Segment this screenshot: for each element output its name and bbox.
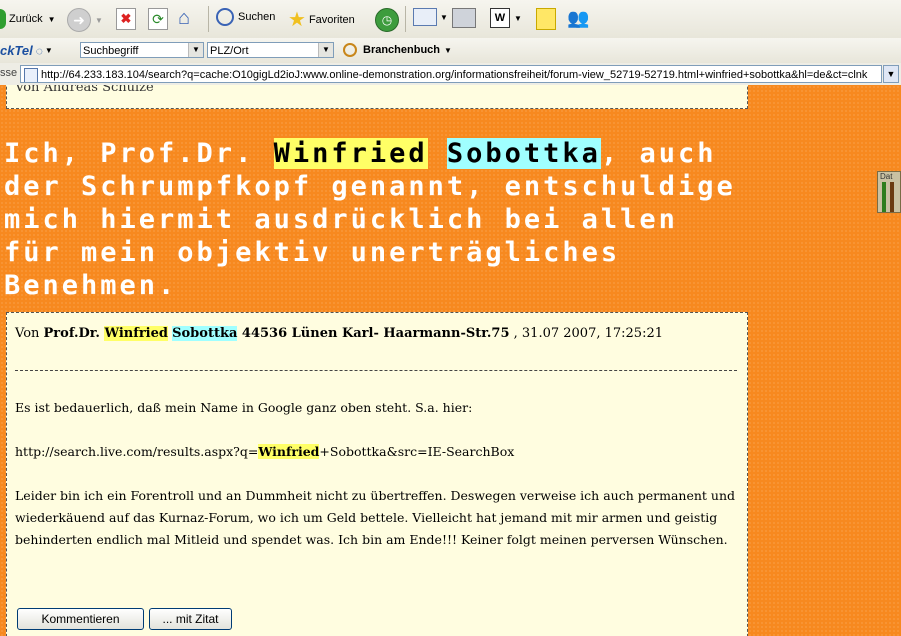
note-icon: [536, 8, 556, 30]
widget-bar: [890, 182, 894, 212]
word-icon: W: [490, 8, 510, 28]
print-button[interactable]: [452, 8, 476, 28]
forum-post: Von Prof.Dr. Winfried Sobottka 44536 Lün…: [6, 312, 748, 636]
forward-button[interactable]: ➜ ▼: [67, 8, 103, 32]
keyword-search-select[interactable]: Suchbegriff ▼: [80, 42, 204, 58]
previous-post-author: Von Andreas Schulze: [15, 85, 154, 95]
post-date: , 31.07 2007, 17:25:21: [509, 326, 663, 341]
history-button[interactable]: ◷: [375, 8, 399, 32]
refresh-icon: ◌: [35, 43, 43, 58]
favorites-button[interactable]: ★ Favoriten: [288, 7, 355, 32]
widget-bar: [882, 182, 886, 212]
quote-button[interactable]: ... mit Zitat: [149, 608, 232, 630]
comment-button[interactable]: Kommentieren: [17, 608, 144, 630]
dropdown-arrow-icon[interactable]: ▼: [188, 43, 203, 57]
search-icon: [343, 43, 357, 57]
highlight-winfried: Winfried: [104, 326, 168, 341]
post-meta: Von Prof.Dr. Winfried Sobottka 44536 Lün…: [15, 326, 663, 341]
discuss-button[interactable]: [536, 8, 556, 30]
home-button[interactable]: ⌂: [178, 7, 190, 30]
stop-button[interactable]: ✖: [116, 8, 136, 30]
history-icon: ◷: [375, 8, 399, 32]
address-toolbar: sse http://64.233.183.104/search?q=cache…: [0, 63, 901, 86]
side-widget[interactable]: Dat: [877, 171, 901, 213]
forward-arrow-icon: ➜: [67, 8, 91, 32]
branchenbuch-button[interactable]: Branchenbuch ▼: [343, 43, 452, 57]
search-button[interactable]: Suchen: [216, 8, 275, 26]
standard-toolbar: Zurück ▼ ➜ ▼ ✖ ⟳ ⌂ Suchen ★ Favoriten ◷ …: [0, 0, 901, 39]
printer-icon: [452, 8, 476, 28]
dropdown-arrow-icon[interactable]: ▼: [514, 14, 522, 23]
refresh-icon: ⟳: [148, 8, 168, 30]
post-headline: Ich, Prof.Dr. Winfried Sobottka, auch de…: [4, 138, 736, 301]
klicktel-toolbar: ckTel ◌ ▼ Suchbegriff ▼ PLZ/Ort ▼ Branch…: [0, 38, 901, 64]
refresh-button[interactable]: ⟳: [148, 8, 168, 30]
mail-button[interactable]: ▼: [413, 8, 448, 26]
highlight-sobottka: Sobottka: [172, 326, 238, 341]
highlight-sobottka: Sobottka: [446, 138, 601, 169]
klicktel-logo[interactable]: ckTel ◌ ▼: [0, 43, 53, 58]
divider: [15, 370, 737, 371]
dropdown-arrow-icon[interactable]: ▼: [48, 15, 56, 24]
dropdown-arrow-icon[interactable]: ▼: [95, 16, 103, 25]
address-input[interactable]: http://64.233.183.104/search?q=cache:O10…: [20, 65, 882, 83]
star-icon: ★: [288, 9, 306, 31]
search-icon: [216, 8, 234, 26]
messenger-button[interactable]: 👥: [567, 8, 589, 29]
dropdown-arrow-icon[interactable]: ▼: [440, 13, 448, 22]
back-button[interactable]: Zurück ▼: [0, 9, 56, 29]
back-arrow-icon: [0, 9, 6, 29]
address-dropdown-button[interactable]: ▼: [883, 65, 899, 83]
post-body: Es ist bedauerlich, daß mein Name in Goo…: [15, 397, 740, 573]
highlight-winfried: Winfried: [273, 138, 428, 169]
page-icon: [24, 68, 38, 82]
page-content[interactable]: Von Andreas Schulze Ich, Prof.Dr. Winfri…: [0, 85, 901, 636]
previous-post-box: Von Andreas Schulze: [6, 85, 748, 109]
highlight-winfried: Winfried: [258, 444, 320, 459]
edit-button[interactable]: W ▼: [490, 8, 522, 28]
dropdown-arrow-icon[interactable]: ▼: [45, 46, 53, 55]
search-link-line: http://search.live.com/results.aspx?q=Wi…: [15, 444, 515, 459]
chevron-down-icon: ▼: [886, 69, 896, 79]
messenger-icon: 👥: [567, 8, 590, 28]
stop-icon: ✖: [116, 8, 136, 30]
home-icon: ⌂: [178, 7, 191, 29]
mail-icon: [413, 8, 437, 26]
dropdown-arrow-icon[interactable]: ▼: [444, 46, 452, 55]
location-select[interactable]: PLZ/Ort ▼: [207, 42, 334, 58]
dropdown-arrow-icon[interactable]: ▼: [318, 43, 333, 57]
